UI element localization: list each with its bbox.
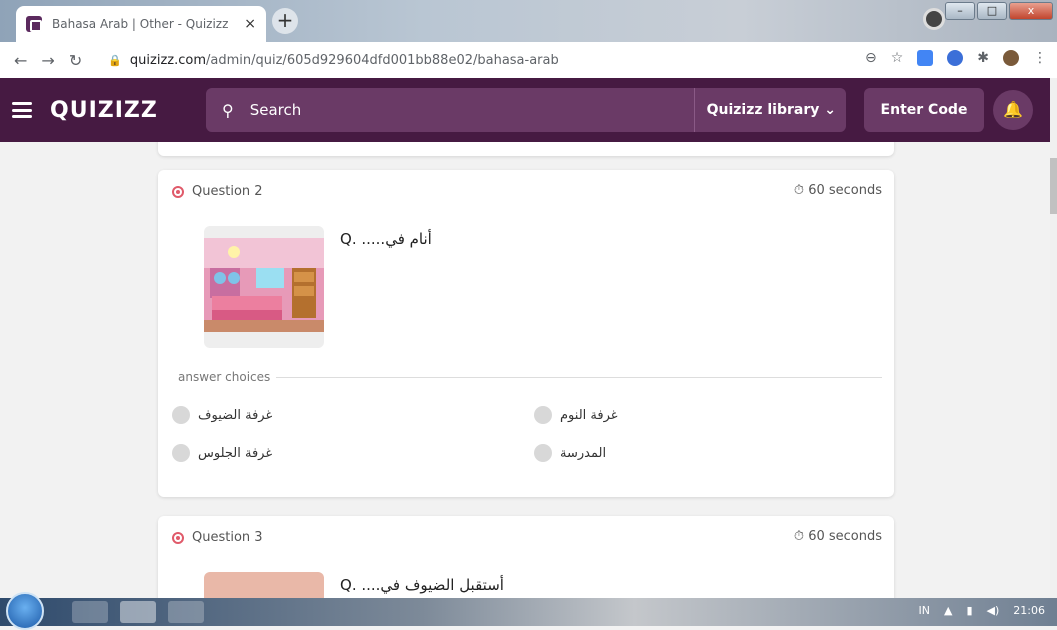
profile-icon[interactable]	[923, 8, 945, 30]
taskbar-app-icon[interactable]	[72, 601, 108, 623]
address-bar: ← → ↻ 🔒 quizizz.com/admin/quiz/605d92960…	[0, 42, 1057, 78]
question-header: Question 2	[172, 184, 263, 199]
puzzle-extensions-icon[interactable]: ✱	[977, 50, 989, 66]
new-tab-button[interactable]: +	[272, 8, 298, 34]
bedroom-image	[204, 238, 324, 332]
question-card-previous	[158, 142, 894, 156]
back-arrow-icon[interactable]: ←	[14, 51, 27, 70]
network-icon[interactable]: ▮	[966, 604, 972, 617]
close-window-button[interactable]: x	[1009, 2, 1053, 20]
quizizz-favicon-icon	[26, 16, 42, 32]
tab-close-icon[interactable]: ×	[244, 16, 256, 32]
maximize-button[interactable]: □	[977, 2, 1007, 20]
browser-tab[interactable]: Bahasa Arab | Other - Quizizz ×	[16, 6, 266, 42]
answer-text: غرفة الجلوس	[198, 445, 273, 461]
chrome-taskbar-icon[interactable]	[120, 601, 156, 623]
question-card: Question 3 ⏱ 60 seconds أستقبل الضيوف في…	[158, 516, 894, 598]
question-time: ⏱ 60 seconds	[794, 183, 882, 198]
page-scrollbar[interactable]	[1050, 78, 1057, 598]
answers-divider	[172, 377, 882, 378]
question-time: ⏱ 60 seconds	[794, 529, 882, 544]
windows-start-icon[interactable]	[6, 592, 44, 630]
star-icon[interactable]: ☆	[891, 50, 904, 66]
chevron-down-icon: ⌄	[824, 102, 836, 118]
answer-text: المدرسة	[560, 445, 607, 461]
question-label: Question 2	[192, 184, 263, 199]
question-header: Question 3	[172, 530, 263, 545]
address-bar-icons: ⊖ ☆ ✱ ⋮	[865, 50, 1047, 66]
answer-text: غرفة الضيوف	[198, 407, 273, 423]
language-indicator[interactable]: IN	[919, 604, 930, 617]
library-dropdown[interactable]: Quizizz library ⌄	[693, 88, 836, 132]
lock-icon: 🔒	[108, 53, 122, 67]
volume-icon[interactable]: ◀)	[987, 604, 1000, 617]
question-type-icon	[172, 185, 184, 198]
url-field[interactable]: 🔒 quizizz.com/admin/quiz/605d929604dfd00…	[108, 53, 808, 68]
time-label: 60 seconds	[808, 183, 882, 198]
answer-text: غرفة النوم	[560, 407, 618, 423]
window-controls: – □ x	[945, 2, 1053, 20]
question-card: Question 2 ⏱ 60 seconds أنام في..... .Q …	[158, 170, 894, 497]
minimize-button[interactable]: –	[945, 2, 975, 20]
question-label: Question 3	[192, 530, 263, 545]
library-label: Quizizz library	[706, 102, 820, 118]
answer-choice[interactable]: المدرسة	[534, 444, 606, 462]
windows-taskbar: IN ▲ ▮ ◀) 21:06	[0, 592, 1057, 630]
search-input[interactable]: Search	[250, 101, 302, 119]
tab-title: Bahasa Arab | Other - Quizizz	[52, 17, 229, 31]
taskbar-app-icon[interactable]	[168, 601, 204, 623]
nav-buttons: ← → ↻	[14, 51, 82, 70]
forward-arrow-icon[interactable]: →	[41, 51, 54, 70]
zoom-icon[interactable]: ⊖	[865, 50, 877, 66]
tray-arrow-icon[interactable]: ▲	[944, 604, 952, 617]
answer-choice[interactable]: غرفة النوم	[534, 406, 618, 424]
url-path: /admin/quiz/605d929604dfd001bb88e02/baha…	[206, 52, 559, 68]
avatar-icon[interactable]	[1003, 50, 1019, 66]
clock-icon: ⏱	[793, 529, 805, 544]
answer-radio[interactable]	[534, 444, 552, 462]
question-image[interactable]	[204, 226, 324, 348]
quiz-content: Question 2 ⏱ 60 seconds أنام في..... .Q …	[0, 142, 1050, 598]
reload-icon[interactable]: ↻	[69, 51, 82, 70]
answer-radio[interactable]	[172, 444, 190, 462]
scrollbar-thumb[interactable]	[1050, 158, 1057, 214]
quizizz-logo[interactable]: QUIZIZZ	[50, 98, 158, 123]
question-text: أنام في..... .Q	[340, 230, 432, 248]
answer-radio[interactable]	[534, 406, 552, 424]
question-type-icon	[172, 531, 184, 544]
answer-choice[interactable]: غرفة الجلوس	[172, 444, 272, 462]
docs-extension-icon[interactable]	[917, 50, 934, 66]
browser-tab-bar: Bahasa Arab | Other - Quizizz × + – □ x	[0, 0, 1057, 42]
clock-time[interactable]: 21:06	[1013, 604, 1045, 617]
screen: Bahasa Arab | Other - Quizizz × + – □ x …	[0, 0, 1057, 630]
answer-choice[interactable]: غرفة الضيوف	[172, 406, 272, 424]
bell-icon[interactable]: 🔔	[993, 90, 1033, 130]
search-bar[interactable]: ⚲ Search Quizizz library ⌄	[206, 88, 846, 132]
question-image[interactable]	[204, 572, 324, 598]
hamburger-menu-icon[interactable]	[12, 102, 32, 118]
enter-code-button[interactable]: Enter Code	[864, 88, 984, 132]
quizizz-header: QUIZIZZ ⚲ Search Quizizz library ⌄ Enter…	[0, 78, 1050, 142]
translate-extension-icon[interactable]	[947, 50, 964, 66]
answer-radio[interactable]	[172, 406, 190, 424]
answers-label: answer choices	[172, 370, 277, 384]
menu-dots-icon[interactable]: ⋮	[1033, 50, 1047, 66]
system-tray: IN ▲ ▮ ◀) 21:06	[919, 604, 1045, 617]
search-icon: ⚲	[222, 100, 234, 120]
time-label: 60 seconds	[808, 529, 882, 544]
clock-icon: ⏱	[793, 183, 805, 198]
question-text: أستقبل الضيوف في.... .Q	[340, 576, 504, 594]
url-domain: quizizz.com	[129, 52, 207, 68]
